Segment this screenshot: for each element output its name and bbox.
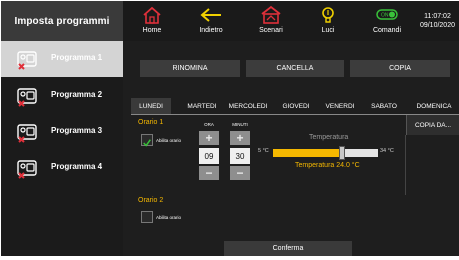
hour-value[interactable]: 09 [199,148,219,164]
back-label: Indietro [199,27,223,34]
back-button[interactable]: Indietro [193,1,229,41]
program-editor: RINOMINA CANCELLA COPIA LUNEDI MARTEDI M… [123,41,459,256]
temperature-slider-fill [273,149,342,157]
temperature-max-label: 34 °C [380,148,394,154]
scenes-button[interactable]: Scenari [254,1,288,41]
confirm-button[interactable]: Conferma [224,241,352,256]
copy-from-button[interactable]: COPIA DA... [406,115,459,135]
orario-1-enable-label: Abilita orario [156,138,182,143]
tab-sabato[interactable]: SABATO [363,98,405,114]
toggle-text: ON [381,13,389,19]
sidebar: Imposta programmi Programma 1 Programma … [1,1,123,256]
clock: 11:07:02 09/10/2020 [420,12,455,30]
sidebar-item-label: Programma 4 [51,162,103,171]
home-icon [143,6,161,24]
home-button[interactable]: Home [137,1,167,41]
rename-button[interactable]: RINOMINA [140,60,240,77]
hour-decrement-button[interactable]: − [199,166,219,180]
scenes-icon [261,5,281,24]
minute-value[interactable]: 30 [230,148,250,164]
program-icon [17,51,37,70]
hour-increment-button[interactable]: + [199,131,219,145]
commands-label: Comandi [372,27,401,34]
minute-caption: MINUTI [232,122,248,127]
sidebar-item-label: Programma 3 [51,126,103,135]
clock-time: 11:07:02 [424,13,451,20]
tab-mercoledi[interactable]: MERCOLEDI [223,98,273,114]
program-icon [17,88,37,107]
tab-lunedi[interactable]: LUNEDI [131,98,171,114]
minute-increment-button[interactable]: + [230,131,250,145]
sidebar-item-label: Programma 2 [51,90,103,99]
lights-label: Luci [321,27,335,34]
tab-martedi[interactable]: MARTEDI [181,98,223,114]
tab-venerdi[interactable]: VENERDI [319,98,361,114]
sidebar-item-programma-4[interactable]: Programma 4 [1,150,123,186]
program-icon [17,124,37,143]
hour-caption: ORA [204,122,214,127]
orario-1-enable-checkbox[interactable] [141,134,153,147]
delete-button[interactable]: CANCELLA [246,60,344,77]
temperature-value: Temperatura 24.0 °C [295,162,360,169]
commands-button[interactable]: ON Comandi [369,1,405,41]
day-tabs: LUNEDI MARTEDI MERCOLEDI GIOVEDI VENERDI… [131,98,459,114]
back-arrow-icon [200,8,221,22]
check-icon [143,139,151,147]
sidebar-item-programma-3[interactable]: Programma 3 [1,114,123,150]
orario-1-title: Orario 1 [138,119,164,126]
sidebar-item-programma-2[interactable]: Programma 2 [1,78,123,114]
toggle-switch-icon: ON [376,9,398,20]
minute-decrement-button[interactable]: − [230,166,250,180]
lightbulb-icon [322,7,334,23]
lights-button[interactable]: Luci [316,1,340,41]
scenes-label: Scenari [259,27,283,34]
copy-button[interactable]: COPIA [350,60,450,77]
app-frame: Imposta programmi Programma 1 Programma … [0,0,459,260]
top-bar: Home Indietro Scenari Luci ON Comandi 11… [123,1,459,41]
sidebar-item-label: Programma 1 [51,53,103,62]
temperature-min-label: 5 °C [258,148,269,154]
program-icon [17,160,37,179]
temperature-title: Temperatura [309,134,349,141]
sidebar-title: Imposta programmi [1,1,123,41]
sidebar-item-programma-1[interactable]: Programma 1 [1,41,123,77]
orario-2-enable-label: Abilita orario [156,215,182,220]
temperature-slider-thumb[interactable] [339,146,345,160]
orario-2-enable-checkbox[interactable] [141,211,153,223]
home-label: Home [142,27,162,34]
divider [405,135,406,195]
tab-giovedi[interactable]: GIOVEDI [275,98,317,114]
clock-date: 09/10/2020 [419,22,455,29]
orario-2-title: Orario 2 [138,197,164,204]
tab-domenica[interactable]: DOMENICA [410,98,458,114]
